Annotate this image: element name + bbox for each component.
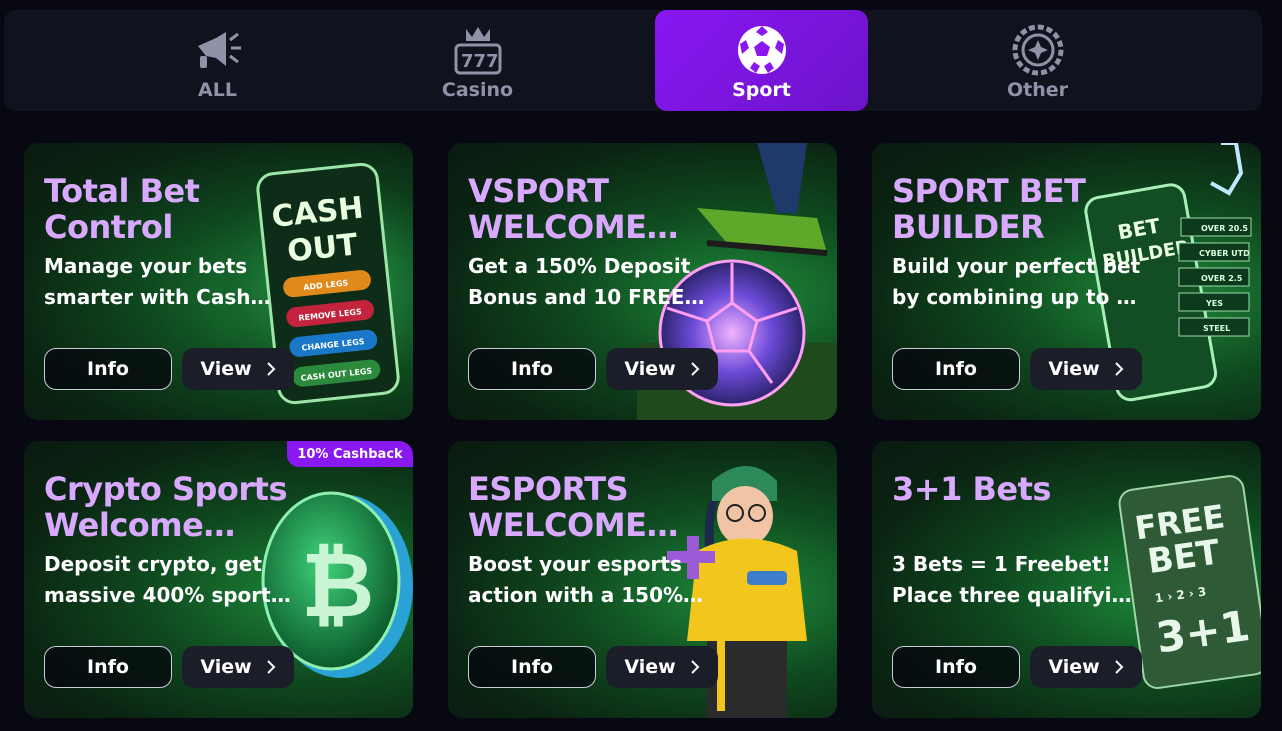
card-description: Deposit crypto, get massive 400% sport… [44, 552, 291, 607]
tab-casino[interactable]: 777 Casino [415, 10, 540, 111]
tab-label: ALL [198, 79, 237, 101]
promo-card-crypto-sports-welcome: ₿ 10% Cashback Crypto Sports Welcome… De… [24, 441, 413, 718]
chevron-right-icon [1114, 660, 1124, 674]
card-description: Get a 150% Deposit Bonus and 10 FREE… [468, 254, 705, 309]
card-description: Boost your esports action with a 150%… [468, 552, 704, 607]
info-button[interactable]: Info [468, 646, 596, 688]
card-description: Manage your bets smarter with Cash… [44, 254, 271, 309]
megaphone-icon [191, 23, 245, 77]
chevron-right-icon [266, 362, 276, 376]
info-button[interactable]: Info [44, 348, 172, 390]
info-button[interactable]: Info [892, 348, 1020, 390]
svg-text:₿: ₿ [301, 533, 374, 638]
builder-line-3: OVER 2.5 [1201, 274, 1243, 283]
svg-text:777: 777 [461, 51, 499, 72]
card-title: Crypto Sports Welcome… [44, 470, 288, 544]
chevron-right-icon [690, 660, 700, 674]
view-button[interactable]: View [606, 646, 718, 688]
view-button[interactable]: View [182, 348, 294, 390]
builder-line-5: STEEL [1203, 324, 1230, 333]
card-title: ESPORTS WELCOME… [468, 470, 678, 544]
slot-777-icon: 777 [451, 23, 505, 77]
tab-sport[interactable]: Sport [655, 10, 868, 111]
info-button[interactable]: Info [892, 646, 1020, 688]
tab-label: Other [1006, 79, 1069, 101]
view-button[interactable]: View [1030, 646, 1142, 688]
view-button[interactable]: View [182, 646, 294, 688]
promo-card-3-plus-1-bets: FREE BET 1 › 2 › 3 3+1 3+1 Bets 3 Bets =… [872, 441, 1261, 718]
roulette-icon [1011, 23, 1065, 77]
card-title: 3+1 Bets [892, 470, 1051, 508]
promo-card-total-bet-control: CASH OUT ADD LEGS REMOVE LEGS CHANGE LEG… [24, 143, 413, 420]
card-title: VSPORT WELCOME… [468, 172, 678, 246]
tab-other[interactable]: Other [975, 10, 1100, 111]
card-title: Total Bet Control [44, 172, 200, 246]
chevron-right-icon [266, 660, 276, 674]
cash-out-line2: OUT [286, 227, 360, 269]
tab-label: Sport [732, 79, 791, 101]
card-description: 3 Bets = 1 Freebet! Place three qualifyi… [892, 552, 1132, 607]
card-title: SPORT BET BUILDER [892, 172, 1086, 246]
chevron-right-icon [1114, 362, 1124, 376]
cashback-badge: 10% Cashback [287, 441, 413, 467]
view-button[interactable]: View [1030, 348, 1142, 390]
builder-line-4: YES [1205, 299, 1223, 308]
tab-label: Casino [441, 79, 514, 101]
info-button[interactable]: Info [468, 348, 596, 390]
category-tabs: ALL 777 Casino Sport Other [4, 10, 1262, 111]
card-description: Build your perfect bet by combining up t… [892, 254, 1141, 309]
soccer-ball-icon [735, 23, 789, 77]
chevron-right-icon [690, 362, 700, 376]
tab-all[interactable]: ALL [111, 10, 324, 111]
promo-card-vsport-welcome: VSPORT WELCOME… Get a 150% Deposit Bonus… [448, 143, 837, 420]
builder-line-2: CYBER UTD [1199, 249, 1250, 258]
promo-card-sport-bet-builder: BET BUILDER OVER 20.5 CYBER UTD OVER 2.5… [872, 143, 1261, 420]
promo-card-esports-welcome: ESPORTS WELCOME… Boost your esports acti… [448, 441, 837, 718]
view-button[interactable]: View [606, 348, 718, 390]
info-button[interactable]: Info [44, 646, 172, 688]
builder-line-1: OVER 20.5 [1201, 224, 1248, 233]
